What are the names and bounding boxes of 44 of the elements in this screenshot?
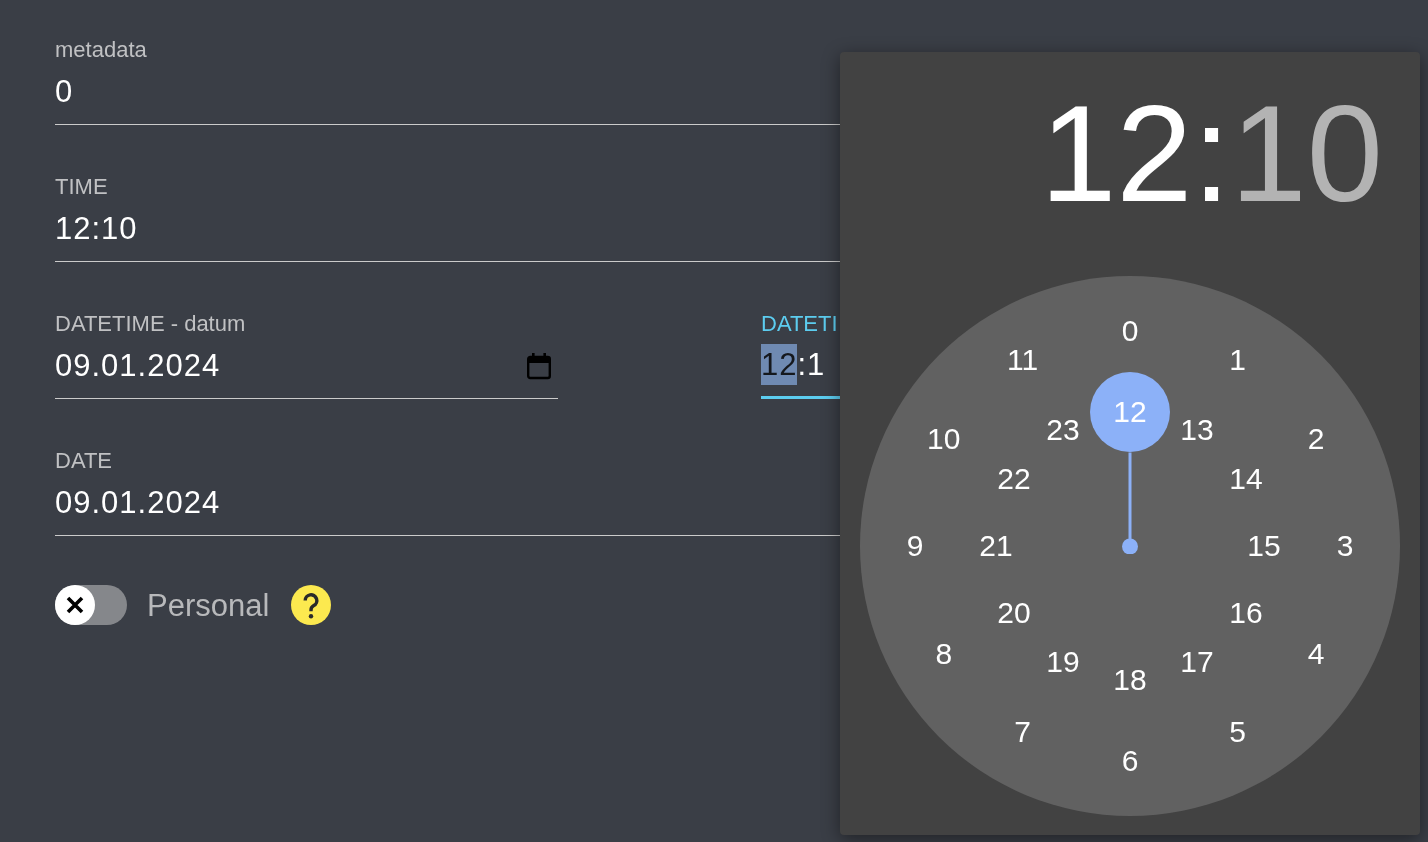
hour-option[interactable]: 7 [1014,717,1031,748]
input-field[interactable]: 09.01.2024 [55,474,840,536]
minute-segment[interactable]: 1 [807,344,826,385]
field-label: DATETI [761,311,839,337]
hour-option[interactable]: 16 [1229,598,1263,628]
field-label: metadata [55,37,148,63]
cross-icon [55,585,95,625]
time-separator: : [1192,77,1231,230]
hour-option[interactable]: 1 [1229,344,1246,375]
input-field[interactable]: 0 [55,63,840,125]
minutes-display[interactable]: 10 [1230,77,1383,230]
hour-option[interactable]: 20 [997,598,1031,628]
hour-option[interactable]: 8 [935,638,953,669]
hour-option[interactable]: 13 [1180,414,1214,445]
hour-option[interactable]: 10 [927,423,961,454]
hour-option[interactable]: 4 [1307,638,1325,669]
hour-option[interactable]: 14 [1229,464,1263,494]
input-field[interactable]: 12:10 [55,200,840,262]
hour-option[interactable]: 15 [1247,531,1281,561]
field-label: TIME [55,174,109,200]
hour-option[interactable]: 0 [1121,316,1139,346]
hour-option[interactable]: 23 [1046,414,1080,445]
hour-option[interactable]: 19 [1046,647,1080,678]
input-field[interactable]: 09.01.2024 [55,337,558,399]
help-icon [291,585,332,625]
hour-option[interactable]: 21 [979,531,1013,561]
hours-display[interactable]: 12 [1040,77,1193,230]
hour-option[interactable]: 9 [906,531,924,561]
hour-option[interactable]: 11 [1006,344,1039,375]
hour-option[interactable]: 17 [1180,647,1214,678]
hour-option[interactable]: 2 [1307,423,1325,454]
field-label: DATETIME - datum [55,311,247,337]
hour-option[interactable]: 22 [997,464,1031,494]
toggle-switch[interactable] [55,585,127,625]
hour-option[interactable]: 3 [1336,531,1354,561]
hour-option[interactable]: 6 [1121,746,1139,776]
toggle-label: Personal [147,589,270,621]
hour-option[interactable]: 18 [1113,665,1147,695]
calendar-icon [526,351,552,380]
clock-hand-icon [1122,450,1138,554]
time-separator: : [797,346,808,384]
hour-segment[interactable]: 12 [761,344,798,385]
hour-option[interactable]: 5 [1229,717,1246,748]
field-label: DATE [55,448,114,474]
